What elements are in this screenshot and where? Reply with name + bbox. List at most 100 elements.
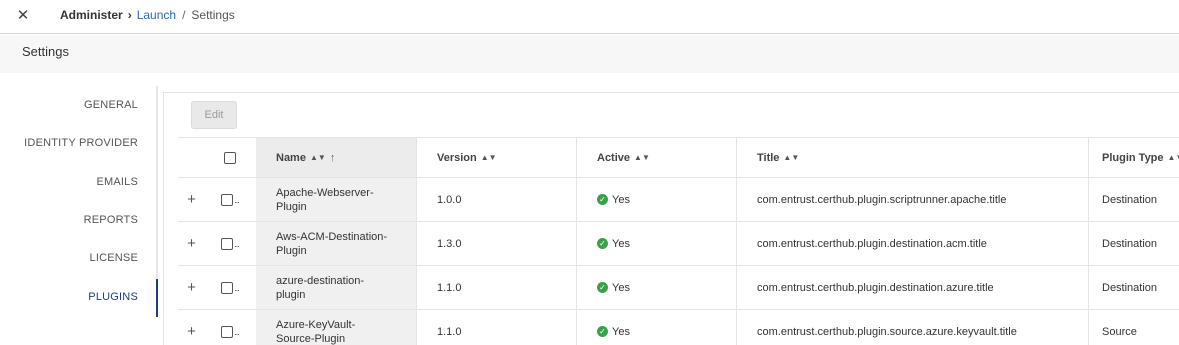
column-header-name-label: Name xyxy=(276,151,306,164)
sidebar-item-general[interactable]: GENERAL xyxy=(84,99,138,111)
plugin-name: Azure-KeyVault-Source-Plugin xyxy=(276,318,356,345)
row-select-cell: ... xyxy=(205,178,255,221)
plugin-version: 1.0.0 xyxy=(437,193,462,206)
top-bar: ✕ Administer › Launch / Settings xyxy=(0,0,1179,34)
sort-ascending-icon: ↑ xyxy=(329,151,336,164)
table-row[interactable]: + ... Azure-KeyVault-Source-Plugin 1.1.0… xyxy=(178,310,1179,345)
settings-sidebar: GENERAL IDENTITY PROVIDER EMAILS REPORTS… xyxy=(15,86,158,317)
row-checkbox[interactable] xyxy=(221,193,234,206)
title-cell: com.entrust.certhub.plugin.destination.a… xyxy=(736,266,1088,309)
plugin-title: com.entrust.certhub.plugin.source.azure.… xyxy=(757,325,1017,338)
ellipsis-icon: ... xyxy=(234,238,239,249)
breadcrumb-current: Settings xyxy=(191,8,235,22)
plugin-name: Apache-Webserver-Plugin xyxy=(276,186,374,213)
expand-plus-icon[interactable]: + xyxy=(187,192,196,207)
sidebar-item-plugins[interactable]: PLUGINS xyxy=(88,291,138,303)
check-circle-icon: ✓ xyxy=(597,194,608,205)
plugin-version: 1.1.0 xyxy=(437,281,462,294)
sort-icon: ▲▼ xyxy=(1167,153,1179,162)
expand-cell: + xyxy=(178,310,205,345)
table-row[interactable]: + ... Aws-ACM-Destination-Plugin 1.3.0 ✓… xyxy=(178,222,1179,266)
active-nav-indicator xyxy=(156,279,158,317)
row-select-cell: ... xyxy=(205,222,255,265)
table-row[interactable]: + ... azure-destination-plugin 1.1.0 ✓ Ye… xyxy=(178,266,1179,310)
active-cell: ✓ Yes xyxy=(576,222,736,265)
plugin-version: 1.1.0 xyxy=(437,325,462,338)
plugin-version: 1.3.0 xyxy=(437,237,462,250)
breadcrumb-root: Administer xyxy=(60,8,123,22)
version-cell: 1.3.0 xyxy=(416,222,576,265)
page-title: Settings xyxy=(22,44,69,59)
sidebar-item-reports[interactable]: REPORTS xyxy=(84,214,138,226)
column-header-plugin-type-label: Plugin Type xyxy=(1102,151,1164,164)
column-header-plugin-type[interactable]: Plugin Type ▲▼ xyxy=(1088,138,1179,177)
type-cell: Destination xyxy=(1088,266,1179,309)
table-header-row: Name ▲▼ ↑ Version ▲▼ Active ▲▼ Title ▲▼ … xyxy=(178,137,1179,178)
page-header: Settings xyxy=(0,35,1179,73)
check-circle-icon: ✓ xyxy=(597,326,608,337)
check-circle-icon: ✓ xyxy=(597,238,608,249)
column-header-version-label: Version xyxy=(437,151,477,164)
plugin-active: Yes xyxy=(612,237,630,250)
expand-cell: + xyxy=(178,222,205,265)
plugin-name: azure-destination-plugin xyxy=(276,274,365,301)
column-header-version[interactable]: Version ▲▼ xyxy=(416,138,576,177)
edit-button[interactable]: Edit xyxy=(191,101,237,129)
plugin-active: Yes xyxy=(612,281,630,294)
sort-icon: ▲▼ xyxy=(783,153,800,162)
plugins-panel: Edit Name ▲▼ ↑ Version ▲▼ Active ▲▼ Titl… xyxy=(163,92,1179,345)
column-header-title-label: Title xyxy=(757,151,780,164)
type-cell: Source xyxy=(1088,310,1179,345)
breadcrumb: Administer › Launch / Settings xyxy=(60,8,235,22)
version-cell: 1.1.0 xyxy=(416,310,576,345)
sort-icon: ▲▼ xyxy=(309,153,326,162)
sidebar-item-license[interactable]: LICENSE xyxy=(90,252,138,264)
select-all-cell xyxy=(205,138,255,177)
active-cell: ✓ Yes xyxy=(576,266,736,309)
column-header-name[interactable]: Name ▲▼ ↑ xyxy=(256,138,416,177)
title-cell: com.entrust.certhub.plugin.destination.a… xyxy=(736,222,1088,265)
expand-cell: + xyxy=(178,266,205,309)
type-cell: Destination xyxy=(1088,222,1179,265)
breadcrumb-link-launch[interactable]: Launch xyxy=(137,8,176,22)
active-cell: ✓ Yes xyxy=(576,310,736,345)
expand-plus-icon[interactable]: + xyxy=(187,324,196,339)
ellipsis-icon: ... xyxy=(234,326,239,337)
row-select-cell: ... xyxy=(205,266,255,309)
plugin-type: Destination xyxy=(1102,193,1158,206)
check-circle-icon: ✓ xyxy=(597,282,608,293)
chevron-right-icon: › xyxy=(127,8,132,22)
row-checkbox[interactable] xyxy=(221,281,234,294)
row-checkbox[interactable] xyxy=(221,325,234,338)
select-all-checkbox[interactable] xyxy=(224,151,236,164)
name-cell: Apache-Webserver-Plugin xyxy=(256,178,416,221)
expand-plus-icon[interactable]: + xyxy=(187,236,196,251)
row-select-cell: ... xyxy=(205,310,255,345)
sort-icon: ▲▼ xyxy=(634,153,650,162)
ellipsis-icon: ... xyxy=(234,282,239,293)
version-cell: 1.0.0 xyxy=(416,178,576,221)
version-cell: 1.1.0 xyxy=(416,266,576,309)
close-icon[interactable]: ✕ xyxy=(12,5,34,27)
plugin-title: com.entrust.certhub.plugin.destination.a… xyxy=(757,281,994,294)
title-cell: com.entrust.certhub.plugin.scriptrunner.… xyxy=(736,178,1088,221)
title-cell: com.entrust.certhub.plugin.source.azure.… xyxy=(736,310,1088,345)
plugin-active: Yes xyxy=(612,193,630,206)
column-header-title[interactable]: Title ▲▼ xyxy=(736,138,1088,177)
ellipsis-icon: ... xyxy=(234,194,239,205)
column-header-active[interactable]: Active ▲▼ xyxy=(576,138,736,177)
table-row[interactable]: + ... Apache-Webserver-Plugin 1.0.0 ✓ Yes… xyxy=(178,178,1179,222)
sidebar-item-emails[interactable]: EMAILS xyxy=(96,176,138,188)
sidebar-item-identity-provider[interactable]: IDENTITY PROVIDER xyxy=(24,137,138,149)
plugin-title: com.entrust.certhub.plugin.scriptrunner.… xyxy=(757,193,1007,206)
expand-cell: + xyxy=(178,178,205,221)
active-cell: ✓ Yes xyxy=(576,178,736,221)
name-cell: azure-destination-plugin xyxy=(256,266,416,309)
row-checkbox[interactable] xyxy=(221,237,234,250)
type-cell: Destination xyxy=(1088,178,1179,221)
plugin-type: Source xyxy=(1102,325,1137,338)
expand-plus-icon[interactable]: + xyxy=(187,280,196,295)
plugin-active: Yes xyxy=(612,325,630,338)
column-header-active-label: Active xyxy=(597,151,631,164)
name-cell: Azure-KeyVault-Source-Plugin xyxy=(256,310,416,345)
